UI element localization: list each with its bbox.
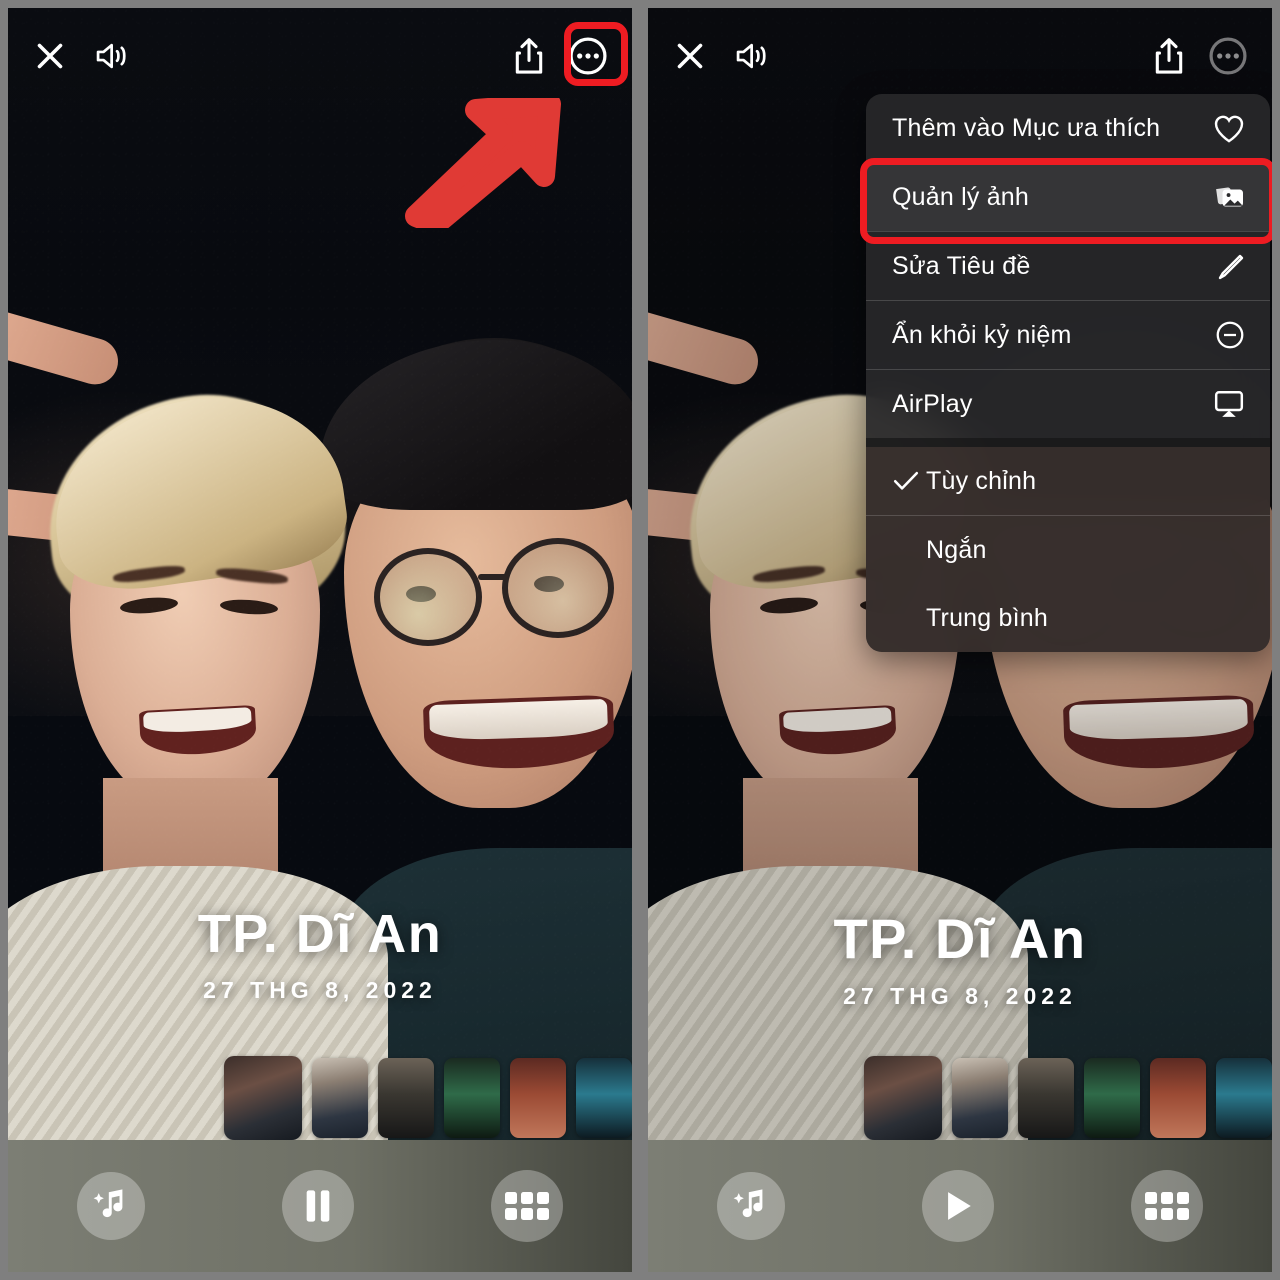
menu-item-trung-binh[interactable]: Trung bình bbox=[866, 584, 1270, 652]
memory-title-block: TP. Dĩ An 27 THG 8, 2022 bbox=[648, 906, 1272, 1010]
grid-button[interactable] bbox=[1131, 1170, 1204, 1242]
menu-item-ngan[interactable]: Ngắn bbox=[866, 516, 1270, 584]
top-toolbar bbox=[8, 8, 632, 104]
pencil-icon bbox=[1214, 250, 1246, 282]
list-item[interactable] bbox=[1084, 1058, 1140, 1138]
menu-item-airplay[interactable]: AirPlay bbox=[866, 370, 1270, 438]
airplay-icon bbox=[1212, 389, 1246, 419]
photos-stack-icon bbox=[1210, 182, 1246, 212]
page-title: TP. Dĩ An bbox=[197, 904, 443, 964]
list-item[interactable] bbox=[1018, 1058, 1074, 1138]
playback-toolbar bbox=[648, 1140, 1272, 1272]
music-button[interactable] bbox=[76, 1172, 145, 1240]
share-icon[interactable] bbox=[512, 37, 546, 75]
more-options-button[interactable] bbox=[1208, 36, 1248, 76]
list-item[interactable] bbox=[952, 1058, 1008, 1138]
filmstrip[interactable] bbox=[8, 1056, 632, 1140]
menu-section-duration: Tùy chỉnh Ngắn Trung bình bbox=[866, 447, 1270, 652]
top-toolbar bbox=[648, 8, 1272, 104]
menu-item-label: Ngắn bbox=[926, 535, 987, 564]
screenshot-stage: TP. Dĩ An 27 THG 8, 2022 TP. Dĩ An 27 TH… bbox=[0, 0, 1280, 1280]
memory-title-block: TP. Dĩ An 27 THG 8, 2022 bbox=[8, 903, 632, 1004]
menu-item-sua-tieu-de[interactable]: Sửa Tiêu đề bbox=[866, 232, 1270, 300]
music-button[interactable] bbox=[716, 1172, 785, 1240]
menu-item-label: Trung bình bbox=[926, 603, 1048, 632]
menu-item-tuy-chinh[interactable]: Tùy chỉnh bbox=[866, 447, 1270, 515]
context-menu[interactable]: Thêm vào Mục ưa thích Quản lý ảnh Sửa Ti… bbox=[866, 94, 1270, 652]
list-item[interactable] bbox=[312, 1058, 368, 1138]
page-title: TP. Dĩ An bbox=[833, 907, 1087, 970]
phone-screen-right: TP. Dĩ An 27 THG 8, 2022 Thêm vào Mục ưa… bbox=[648, 8, 1272, 1272]
list-item[interactable] bbox=[444, 1058, 500, 1138]
list-item[interactable] bbox=[864, 1056, 942, 1140]
list-item[interactable] bbox=[378, 1058, 434, 1138]
volume-icon[interactable] bbox=[94, 39, 132, 73]
menu-item-label: Ẩn khỏi kỷ niệm bbox=[892, 320, 1072, 349]
minus-circle-icon bbox=[1214, 319, 1246, 351]
menu-item-them-vao-muc-ua-thich[interactable]: Thêm vào Mục ưa thích bbox=[866, 94, 1270, 162]
list-item[interactable] bbox=[1216, 1058, 1272, 1138]
menu-item-label: Thêm vào Mục ưa thích bbox=[892, 113, 1161, 142]
memory-date: 27 THG 8, 2022 bbox=[203, 977, 437, 1003]
grid-button[interactable] bbox=[491, 1170, 564, 1242]
menu-item-quan-ly-anh[interactable]: Quản lý ảnh bbox=[866, 163, 1270, 231]
play-button[interactable] bbox=[921, 1170, 994, 1242]
grid-icon bbox=[505, 1192, 550, 1220]
menu-item-label: AirPlay bbox=[892, 389, 973, 418]
close-icon[interactable] bbox=[672, 38, 708, 74]
list-item[interactable] bbox=[576, 1058, 632, 1138]
pause-button[interactable] bbox=[281, 1170, 354, 1242]
list-item[interactable] bbox=[224, 1056, 302, 1140]
playback-toolbar bbox=[8, 1140, 632, 1272]
menu-section-gap bbox=[866, 438, 1270, 447]
menu-item-an-khoi-ky-niem[interactable]: Ẩn khỏi kỷ niệm bbox=[866, 301, 1270, 369]
list-item[interactable] bbox=[510, 1058, 566, 1138]
close-icon[interactable] bbox=[32, 38, 68, 74]
memory-date: 27 THG 8, 2022 bbox=[843, 983, 1077, 1009]
filmstrip[interactable] bbox=[648, 1056, 1272, 1140]
menu-item-label: Quản lý ảnh bbox=[892, 182, 1030, 211]
check-icon bbox=[892, 469, 926, 493]
list-item[interactable] bbox=[1150, 1058, 1206, 1138]
more-options-button[interactable] bbox=[568, 36, 608, 76]
grid-icon bbox=[1145, 1192, 1190, 1220]
phone-screen-left: TP. Dĩ An 27 THG 8, 2022 bbox=[8, 8, 632, 1272]
pointer-arrow-icon bbox=[405, 98, 561, 228]
menu-item-label: Sửa Tiêu đề bbox=[892, 251, 1031, 280]
heart-icon bbox=[1212, 113, 1246, 144]
share-icon[interactable] bbox=[1152, 37, 1186, 75]
volume-icon[interactable] bbox=[734, 39, 772, 73]
menu-item-label: Tùy chỉnh bbox=[926, 466, 1037, 495]
